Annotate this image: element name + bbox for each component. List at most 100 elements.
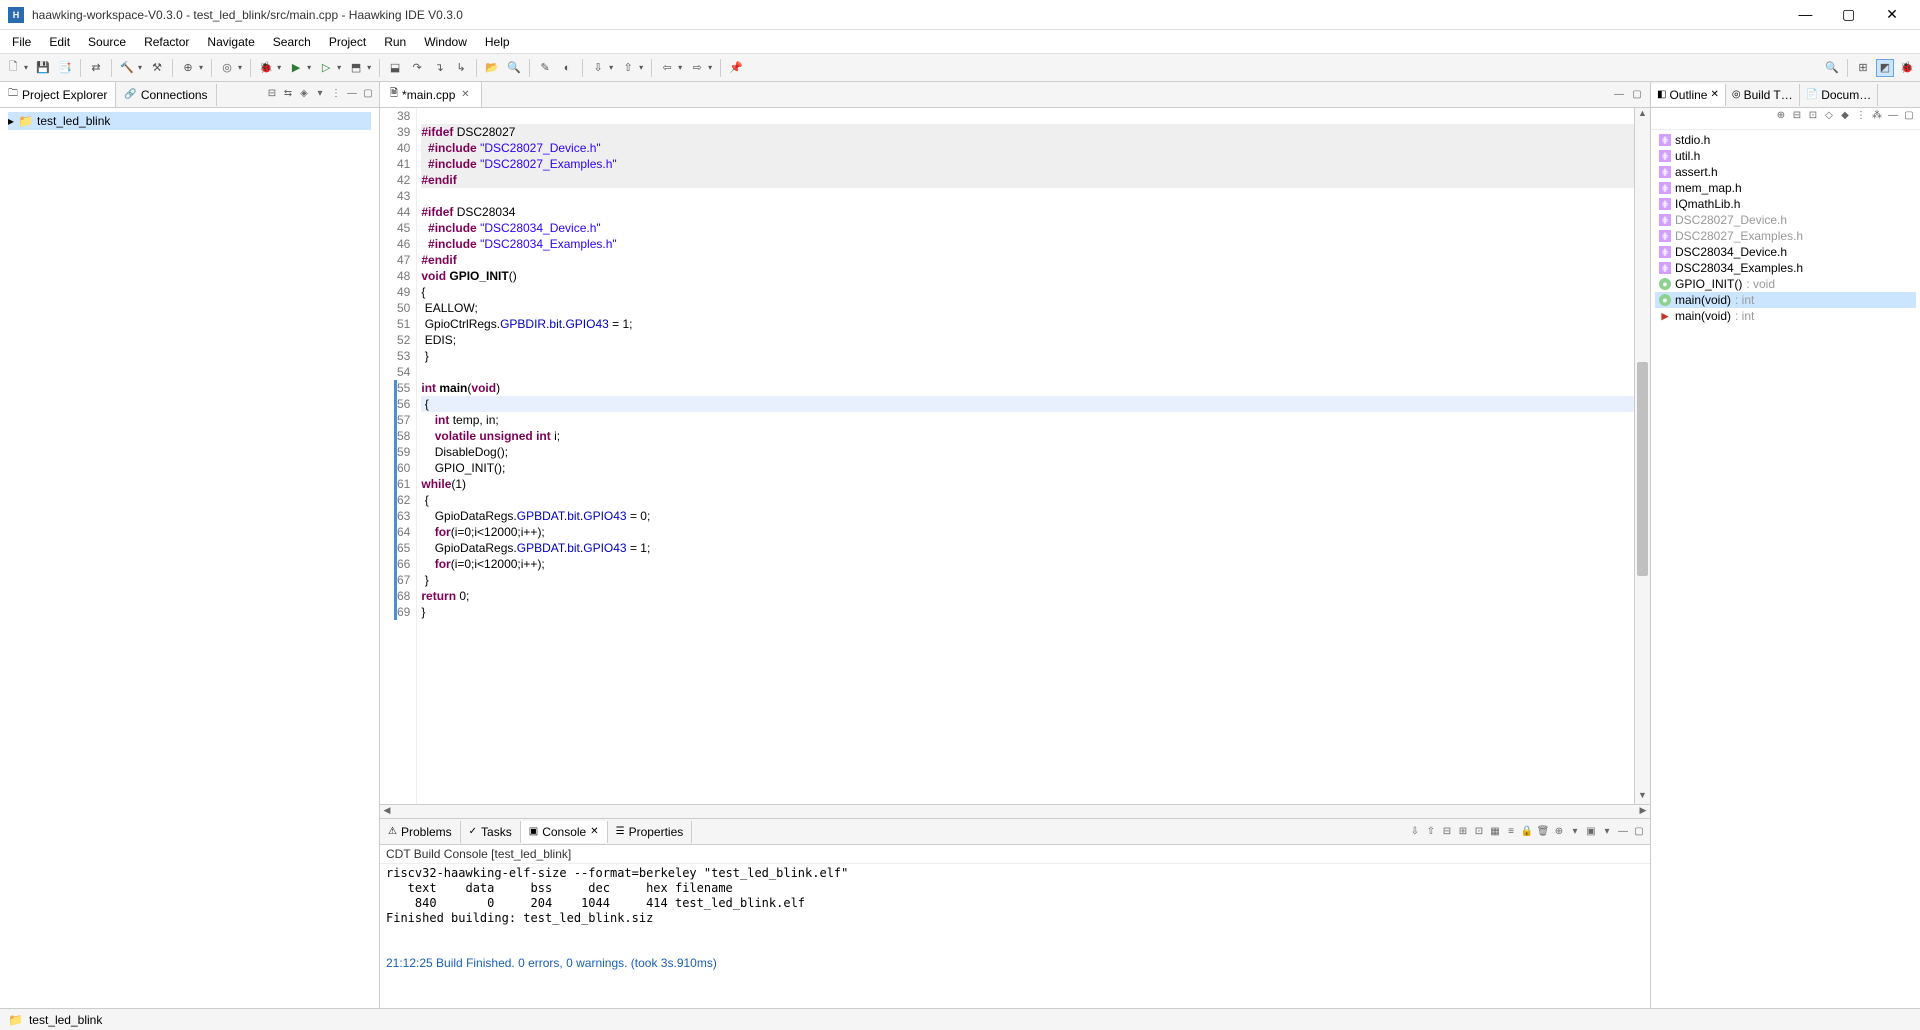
prev-ann-button[interactable]: ⇧ (619, 59, 637, 77)
build-button[interactable]: 🔨 (118, 59, 136, 77)
outline-item[interactable]: ⋕DSC28027_Device.h (1655, 212, 1916, 228)
profile-button[interactable]: ▷ (317, 59, 335, 77)
link-editor-icon[interactable]: ⇆ (281, 88, 295, 102)
console-tool-0[interactable]: ⇩ (1408, 826, 1422, 837)
mark-button[interactable]: ✎ (536, 59, 554, 77)
save-button[interactable]: 💾 (34, 59, 52, 77)
code-text[interactable]: #ifdef DSC28027 #include "DSC28027_Devic… (417, 108, 1634, 804)
menu-run[interactable]: Run (376, 33, 414, 51)
collapse-all-icon[interactable]: ⊟ (265, 88, 279, 102)
outline-item[interactable]: ⋕assert.h (1655, 164, 1916, 180)
console-tool-7[interactable]: 🔒 (1520, 826, 1534, 837)
menu-help[interactable]: Help (477, 33, 518, 51)
scroll-down-icon[interactable]: ▼ (1635, 790, 1650, 804)
outline-item[interactable]: ●main(void) : int (1655, 292, 1916, 308)
console-tool-11[interactable]: ▣ (1584, 826, 1598, 837)
editor-area[interactable]: 3839404142434445464748495051525354555657… (380, 108, 1650, 804)
toggle-button[interactable]: ⇄ (87, 59, 105, 77)
scroll-up-icon[interactable]: ▲ (1635, 108, 1650, 122)
console-tool-5[interactable]: ▦ (1488, 826, 1502, 837)
max-icon[interactable]: ▢ (1902, 110, 1916, 124)
quick-access-button[interactable]: 🔍 (1823, 59, 1841, 77)
max-icon[interactable]: ▢ (361, 88, 375, 102)
step-button[interactable]: ↷ (408, 59, 426, 77)
close-icon[interactable]: ✕ (590, 826, 598, 837)
console-tool-9[interactable]: ⊕ (1552, 826, 1566, 837)
group-icon[interactable]: ◆ (1838, 110, 1852, 124)
scroll-left-icon[interactable]: ◀ (380, 805, 394, 818)
outline-item[interactable]: ⋕util.h (1655, 148, 1916, 164)
console-tool-14[interactable]: ▢ (1632, 826, 1646, 837)
pin-button[interactable]: 📌 (727, 59, 745, 77)
outline-item[interactable]: ▶main(void) : int (1655, 308, 1916, 324)
console-tool-4[interactable]: ⊡ (1472, 826, 1486, 837)
expand-icon[interactable]: ▸ (8, 114, 14, 128)
tab-project-explorer[interactable]: 🗀 Project Explorer (0, 82, 116, 107)
line-gutter[interactable]: 3839404142434445464748495051525354555657… (380, 108, 417, 804)
max-icon[interactable]: ▢ (1630, 89, 1644, 100)
focus-icon[interactable]: ◈ (297, 88, 311, 102)
outline-item[interactable]: ⋕stdio.h (1655, 132, 1916, 148)
menu-navigate[interactable]: Navigate (199, 33, 262, 51)
open-type-button[interactable]: 📂 (483, 59, 501, 77)
save-all-button[interactable]: 📑 (56, 59, 74, 77)
close-tab-icon[interactable]: ✕ (459, 89, 471, 100)
debug-button[interactable]: 🐞 (257, 59, 275, 77)
stepout-button[interactable]: ↳ (452, 59, 470, 77)
new-conn-button[interactable]: ⊕ (179, 59, 197, 77)
build-all-button[interactable]: ⚒ (148, 59, 166, 77)
back-button[interactable]: ⇦ (658, 59, 676, 77)
close-icon[interactable]: ✕ (1710, 89, 1718, 100)
outline-item[interactable]: ⋕DSC28034_Examples.h (1655, 260, 1916, 276)
menu-source[interactable]: Source (80, 33, 134, 51)
horizontal-scrollbar[interactable]: ◀ ▶ (380, 804, 1650, 818)
run-button[interactable]: ▶ (287, 59, 305, 77)
maximize-button[interactable]: ▢ (1829, 6, 1869, 23)
close-button[interactable]: ✕ (1872, 6, 1912, 23)
tree-item-project[interactable]: ▸ 📁 test_led_blink (8, 112, 371, 130)
outline-item[interactable]: ⋕IQmathLib.h (1655, 196, 1916, 212)
scroll-thumb[interactable] (1637, 362, 1648, 576)
menu-project[interactable]: Project (321, 33, 374, 51)
coverage-button[interactable]: ⬒ (347, 59, 365, 77)
outline-tab-1[interactable]: ◎Build T… (1726, 84, 1800, 106)
next-ann-button[interactable]: ⇩ (589, 59, 607, 77)
hide-fields-icon[interactable]: ⊟ (1790, 110, 1804, 124)
scroll-right-icon[interactable]: ▶ (1636, 805, 1650, 818)
outline-item[interactable]: ⋕mem_map.h (1655, 180, 1916, 196)
target-button[interactable]: ◎ (218, 59, 236, 77)
bottom-tab-properties[interactable]: ☰Properties (608, 821, 693, 843)
console-tool-10[interactable]: ▾ (1568, 826, 1582, 837)
outline-tab-0[interactable]: ◧Outline✕ (1651, 84, 1726, 106)
toggle-bp-button[interactable]: ◐ (558, 59, 576, 77)
menu-search[interactable]: Search (265, 33, 319, 51)
console-tool-13[interactable]: — (1616, 826, 1630, 837)
menu-edit[interactable]: Edit (41, 33, 78, 51)
perspective-cpp-button[interactable]: ◩ (1876, 59, 1894, 77)
min-icon[interactable]: — (345, 88, 359, 102)
bottom-tab-problems[interactable]: ⚠Problems (380, 821, 461, 843)
perspective-open-button[interactable]: ⊞ (1854, 59, 1872, 77)
menu-refactor[interactable]: Refactor (136, 33, 197, 51)
console-tool-12[interactable]: ▾ (1600, 826, 1614, 837)
perspective-debug-button[interactable]: 🐞 (1898, 59, 1916, 77)
filter-icon[interactable]: ⁂ (1870, 110, 1884, 124)
outline-item[interactable]: ●GPIO_INIT() : void (1655, 276, 1916, 292)
console-tool-6[interactable]: ≡ (1504, 826, 1518, 837)
hide-nonpublic-icon[interactable]: ◇ (1822, 110, 1836, 124)
view-menu-icon[interactable]: ⋮ (1854, 110, 1868, 124)
min-icon[interactable]: — (1886, 110, 1900, 124)
project-tree[interactable]: ▸ 📁 test_led_blink (0, 108, 379, 134)
menu-file[interactable]: File (4, 33, 39, 51)
min-icon[interactable]: — (1612, 89, 1626, 100)
filter-icon[interactable]: ▾ (313, 88, 327, 102)
stop-button[interactable]: ⬓ (386, 59, 404, 77)
outline-item[interactable]: ⋕DSC28034_Device.h (1655, 244, 1916, 260)
console-tool-1[interactable]: ⇧ (1424, 826, 1438, 837)
console-tool-3[interactable]: ⊞ (1456, 826, 1470, 837)
hide-static-icon[interactable]: ⊡ (1806, 110, 1820, 124)
editor-tab-main-cpp[interactable]: 🗎 *main.cpp ✕ (380, 82, 482, 107)
outline-tab-2[interactable]: 📄Docum… (1800, 84, 1878, 106)
vertical-scrollbar[interactable]: ▲ ▼ (1634, 108, 1650, 804)
minimize-button[interactable]: — (1785, 6, 1825, 22)
